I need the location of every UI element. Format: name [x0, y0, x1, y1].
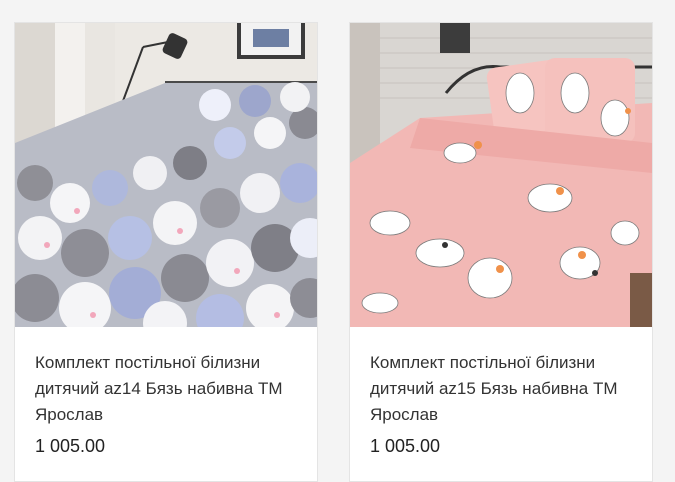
product-card[interactable]: Комплект постільної білизни дитячий az15… — [349, 22, 653, 482]
product-card[interactable]: Комплект постільної білизни дитячий az14… — [14, 22, 318, 482]
product-title[interactable]: Комплект постільної білизни дитячий az15… — [370, 350, 645, 428]
product-image[interactable] — [15, 23, 317, 327]
product-price: 1 005.00 — [35, 436, 106, 456]
product-image[interactable] — [350, 23, 652, 327]
product-title[interactable]: Комплект постільної білизни дитячий az14… — [35, 350, 310, 428]
bedding-bears-image — [15, 23, 317, 327]
product-price: 1 005.00 — [370, 436, 441, 456]
bedding-cats-image — [350, 23, 652, 327]
